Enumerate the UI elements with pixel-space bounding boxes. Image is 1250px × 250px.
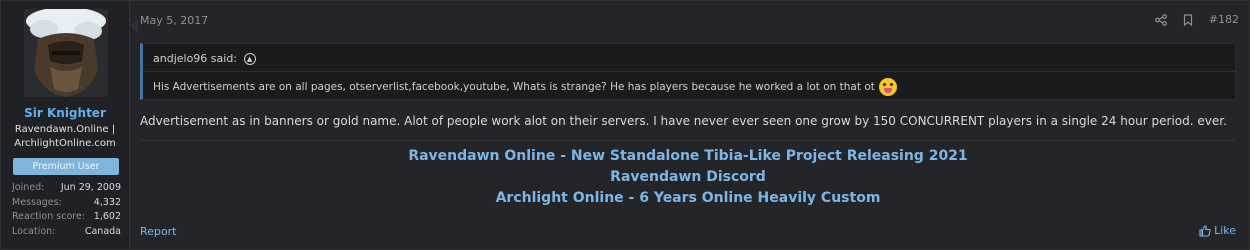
signature-divider bbox=[140, 140, 1236, 141]
stat-label: Joined: bbox=[12, 182, 45, 193]
user-stats: Joined: Jun 29, 2009 Messages: 4,332 Rea… bbox=[12, 181, 121, 239]
user-title-line-2: ArchlightOnline.com bbox=[14, 138, 116, 149]
user-panel-pointer bbox=[130, 19, 138, 33]
quote-header[interactable]: andjelo96 said: ▲ bbox=[153, 52, 256, 65]
stat-joined: Joined: Jun 29, 2009 bbox=[12, 181, 121, 196]
post-actions: #182 bbox=[1154, 13, 1239, 26]
stat-label: Reaction score: bbox=[12, 211, 86, 222]
signature: Ravendawn Online - New Standalone Tibia-… bbox=[140, 146, 1236, 209]
user-title: Ravendawn.Online | ArchlightOnline.com bbox=[5, 123, 125, 151]
user-info-panel: Sir Knighter Ravendawn.Online | Archligh… bbox=[1, 1, 130, 249]
arrow-up-circle-icon[interactable]: ▲ bbox=[243, 53, 256, 65]
username-link[interactable]: Sir Knighter bbox=[1, 106, 129, 120]
tongue-out-emoji-icon bbox=[878, 78, 897, 96]
quote-divider bbox=[143, 71, 1235, 72]
signature-link-ravendawn[interactable]: Ravendawn Online - New Standalone Tibia-… bbox=[140, 146, 1236, 167]
stat-value: 4,332 bbox=[93, 196, 121, 208]
stat-reaction-score: Reaction score: 1,602 bbox=[12, 210, 121, 225]
stat-location: Location: Canada bbox=[12, 225, 121, 240]
user-title-line-1: Ravendawn.Online | bbox=[14, 124, 116, 135]
stat-value: Jun 29, 2009 bbox=[60, 182, 121, 193]
post-number-link[interactable]: #182 bbox=[1209, 13, 1239, 26]
quote-author[interactable]: andjelo96 said: bbox=[153, 52, 237, 65]
thumbs-up-icon bbox=[1199, 224, 1211, 237]
report-link[interactable]: Report bbox=[140, 225, 176, 238]
quote-text: His Advertisements are on all pages, ots… bbox=[153, 81, 875, 93]
quote-block: andjelo96 said: ▲ His Advertisements are… bbox=[140, 43, 1236, 100]
post-message: Advertisement as in banners or gold name… bbox=[140, 114, 1227, 128]
user-avatar[interactable] bbox=[24, 9, 108, 97]
post-date-link[interactable]: May 5, 2017 bbox=[140, 14, 208, 27]
like-button[interactable]: Like bbox=[1199, 224, 1236, 237]
stat-value: 1,602 bbox=[93, 211, 121, 222]
premium-user-badge: Premium User bbox=[13, 158, 119, 175]
stat-label: Location: bbox=[12, 225, 56, 237]
signature-link-discord[interactable]: Ravendawn Discord bbox=[140, 167, 1236, 188]
like-label: Like bbox=[1214, 224, 1236, 237]
stat-value: Canada bbox=[84, 225, 121, 237]
quote-content: His Advertisements are on all pages, ots… bbox=[153, 78, 897, 96]
forum-post: Sir Knighter Ravendawn.Online | Archligh… bbox=[0, 0, 1250, 250]
bookmark-icon[interactable] bbox=[1183, 13, 1193, 26]
signature-link-archlight[interactable]: Archlight Online - 6 Years Online Heavil… bbox=[140, 188, 1236, 209]
stat-label: Messages: bbox=[12, 196, 62, 208]
share-icon[interactable] bbox=[1154, 13, 1167, 26]
stat-messages: Messages: 4,332 bbox=[12, 196, 121, 211]
